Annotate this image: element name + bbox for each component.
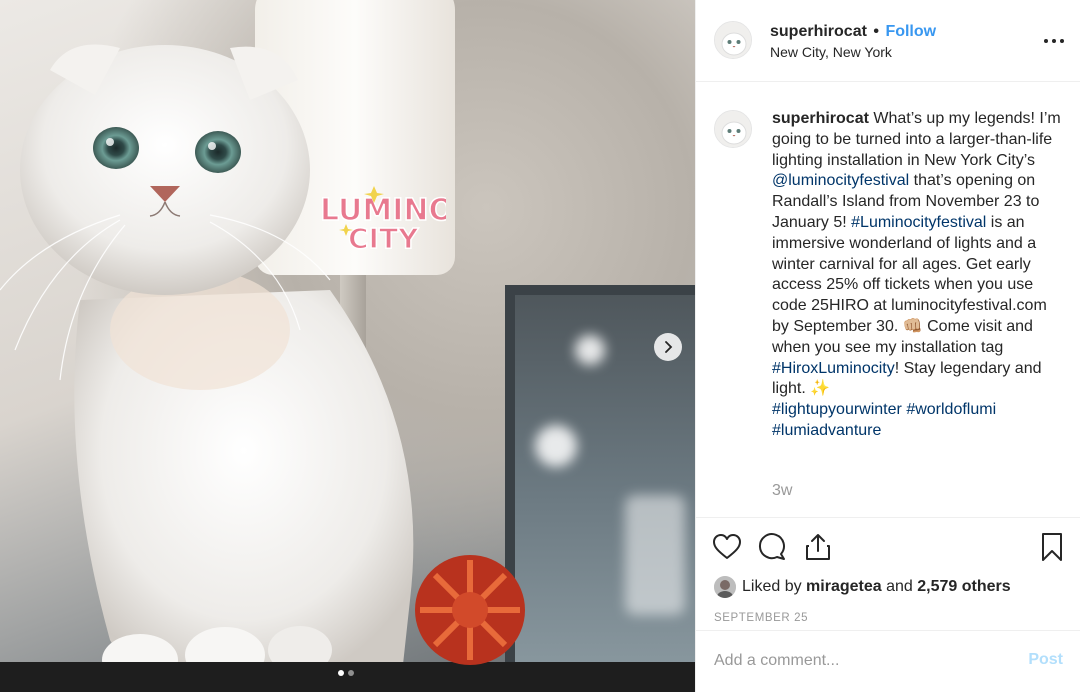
post-comment-button[interactable]: Post xyxy=(1028,651,1063,669)
hashtag-link[interactable]: #Luminocityfestival xyxy=(851,214,986,231)
cat-avatar-image xyxy=(715,111,751,147)
likes-row: Liked by miragetea and 2,579 others xyxy=(696,576,1080,606)
svg-text:CITY: CITY xyxy=(348,222,419,252)
follow-button[interactable]: Follow xyxy=(885,23,936,40)
likes-prefix: Liked by xyxy=(742,578,807,595)
share-icon[interactable] xyxy=(803,532,833,562)
luminocity-sticker: LUMINO CITY xyxy=(319,186,446,252)
caption-username[interactable]: superhirocat xyxy=(772,110,869,127)
carousel-indicator xyxy=(338,670,354,676)
post-age[interactable]: 3w xyxy=(772,482,792,500)
author-line: superhirocat • Follow xyxy=(770,23,936,41)
caption-text: superhirocat What’s up my legends! I’m g… xyxy=(772,109,1064,442)
avatar[interactable] xyxy=(714,110,752,148)
hashtag-link[interactable]: #lumiadvanture xyxy=(772,422,881,439)
chevron-right-icon xyxy=(665,341,673,353)
post-header: superhirocat • Follow New City, New York xyxy=(696,0,1080,82)
liker-username[interactable]: miragetea xyxy=(806,578,882,595)
more-options-icon[interactable] xyxy=(1044,32,1064,50)
comment-icon[interactable] xyxy=(757,532,787,562)
mention-link[interactable]: @luminocityfestival xyxy=(772,172,909,189)
likes-middle: and xyxy=(881,578,918,595)
post-details-panel: superhirocat • Follow New City, New York xyxy=(695,0,1080,692)
table-top xyxy=(0,662,695,692)
liker-avatar-image xyxy=(714,576,736,598)
avatar[interactable] xyxy=(714,21,752,59)
instagram-post: LUMINO CITY superhirocat • Follow New Ci… xyxy=(0,0,1080,692)
author-username[interactable]: superhirocat xyxy=(770,23,867,40)
likes-summary: Liked by miragetea and 2,579 others xyxy=(742,578,1011,596)
hashtag-link[interactable]: #lightupyourwinter xyxy=(772,401,902,418)
carousel-dot xyxy=(348,670,354,676)
cat-illustration xyxy=(0,44,414,692)
separator-dot: • xyxy=(873,23,879,40)
gift-bow xyxy=(415,555,525,665)
cat-avatar-image xyxy=(715,22,751,58)
hashtag-link[interactable]: #HiroxLuminocity xyxy=(772,360,895,377)
liker-avatar[interactable] xyxy=(714,576,736,598)
action-bar xyxy=(696,518,1080,576)
comment-input[interactable] xyxy=(714,649,1004,673)
caption-section: superhirocat What’s up my legends! I’m g… xyxy=(696,82,1080,518)
likes-others-link[interactable]: 2,579 others xyxy=(917,578,1010,595)
heart-icon[interactable] xyxy=(712,532,742,562)
caption-part: is an immersive wonderland of lights and… xyxy=(772,213,1047,356)
location-link[interactable]: New City, New York xyxy=(770,44,892,60)
carousel-next-button[interactable] xyxy=(654,333,682,361)
comment-bar: Post xyxy=(696,630,1080,692)
bookmark-icon[interactable] xyxy=(1037,532,1067,562)
carousel-dot xyxy=(338,670,344,676)
post-photo[interactable]: LUMINO CITY xyxy=(0,0,695,692)
hashtag-link[interactable]: #worldoflumi xyxy=(906,401,996,418)
